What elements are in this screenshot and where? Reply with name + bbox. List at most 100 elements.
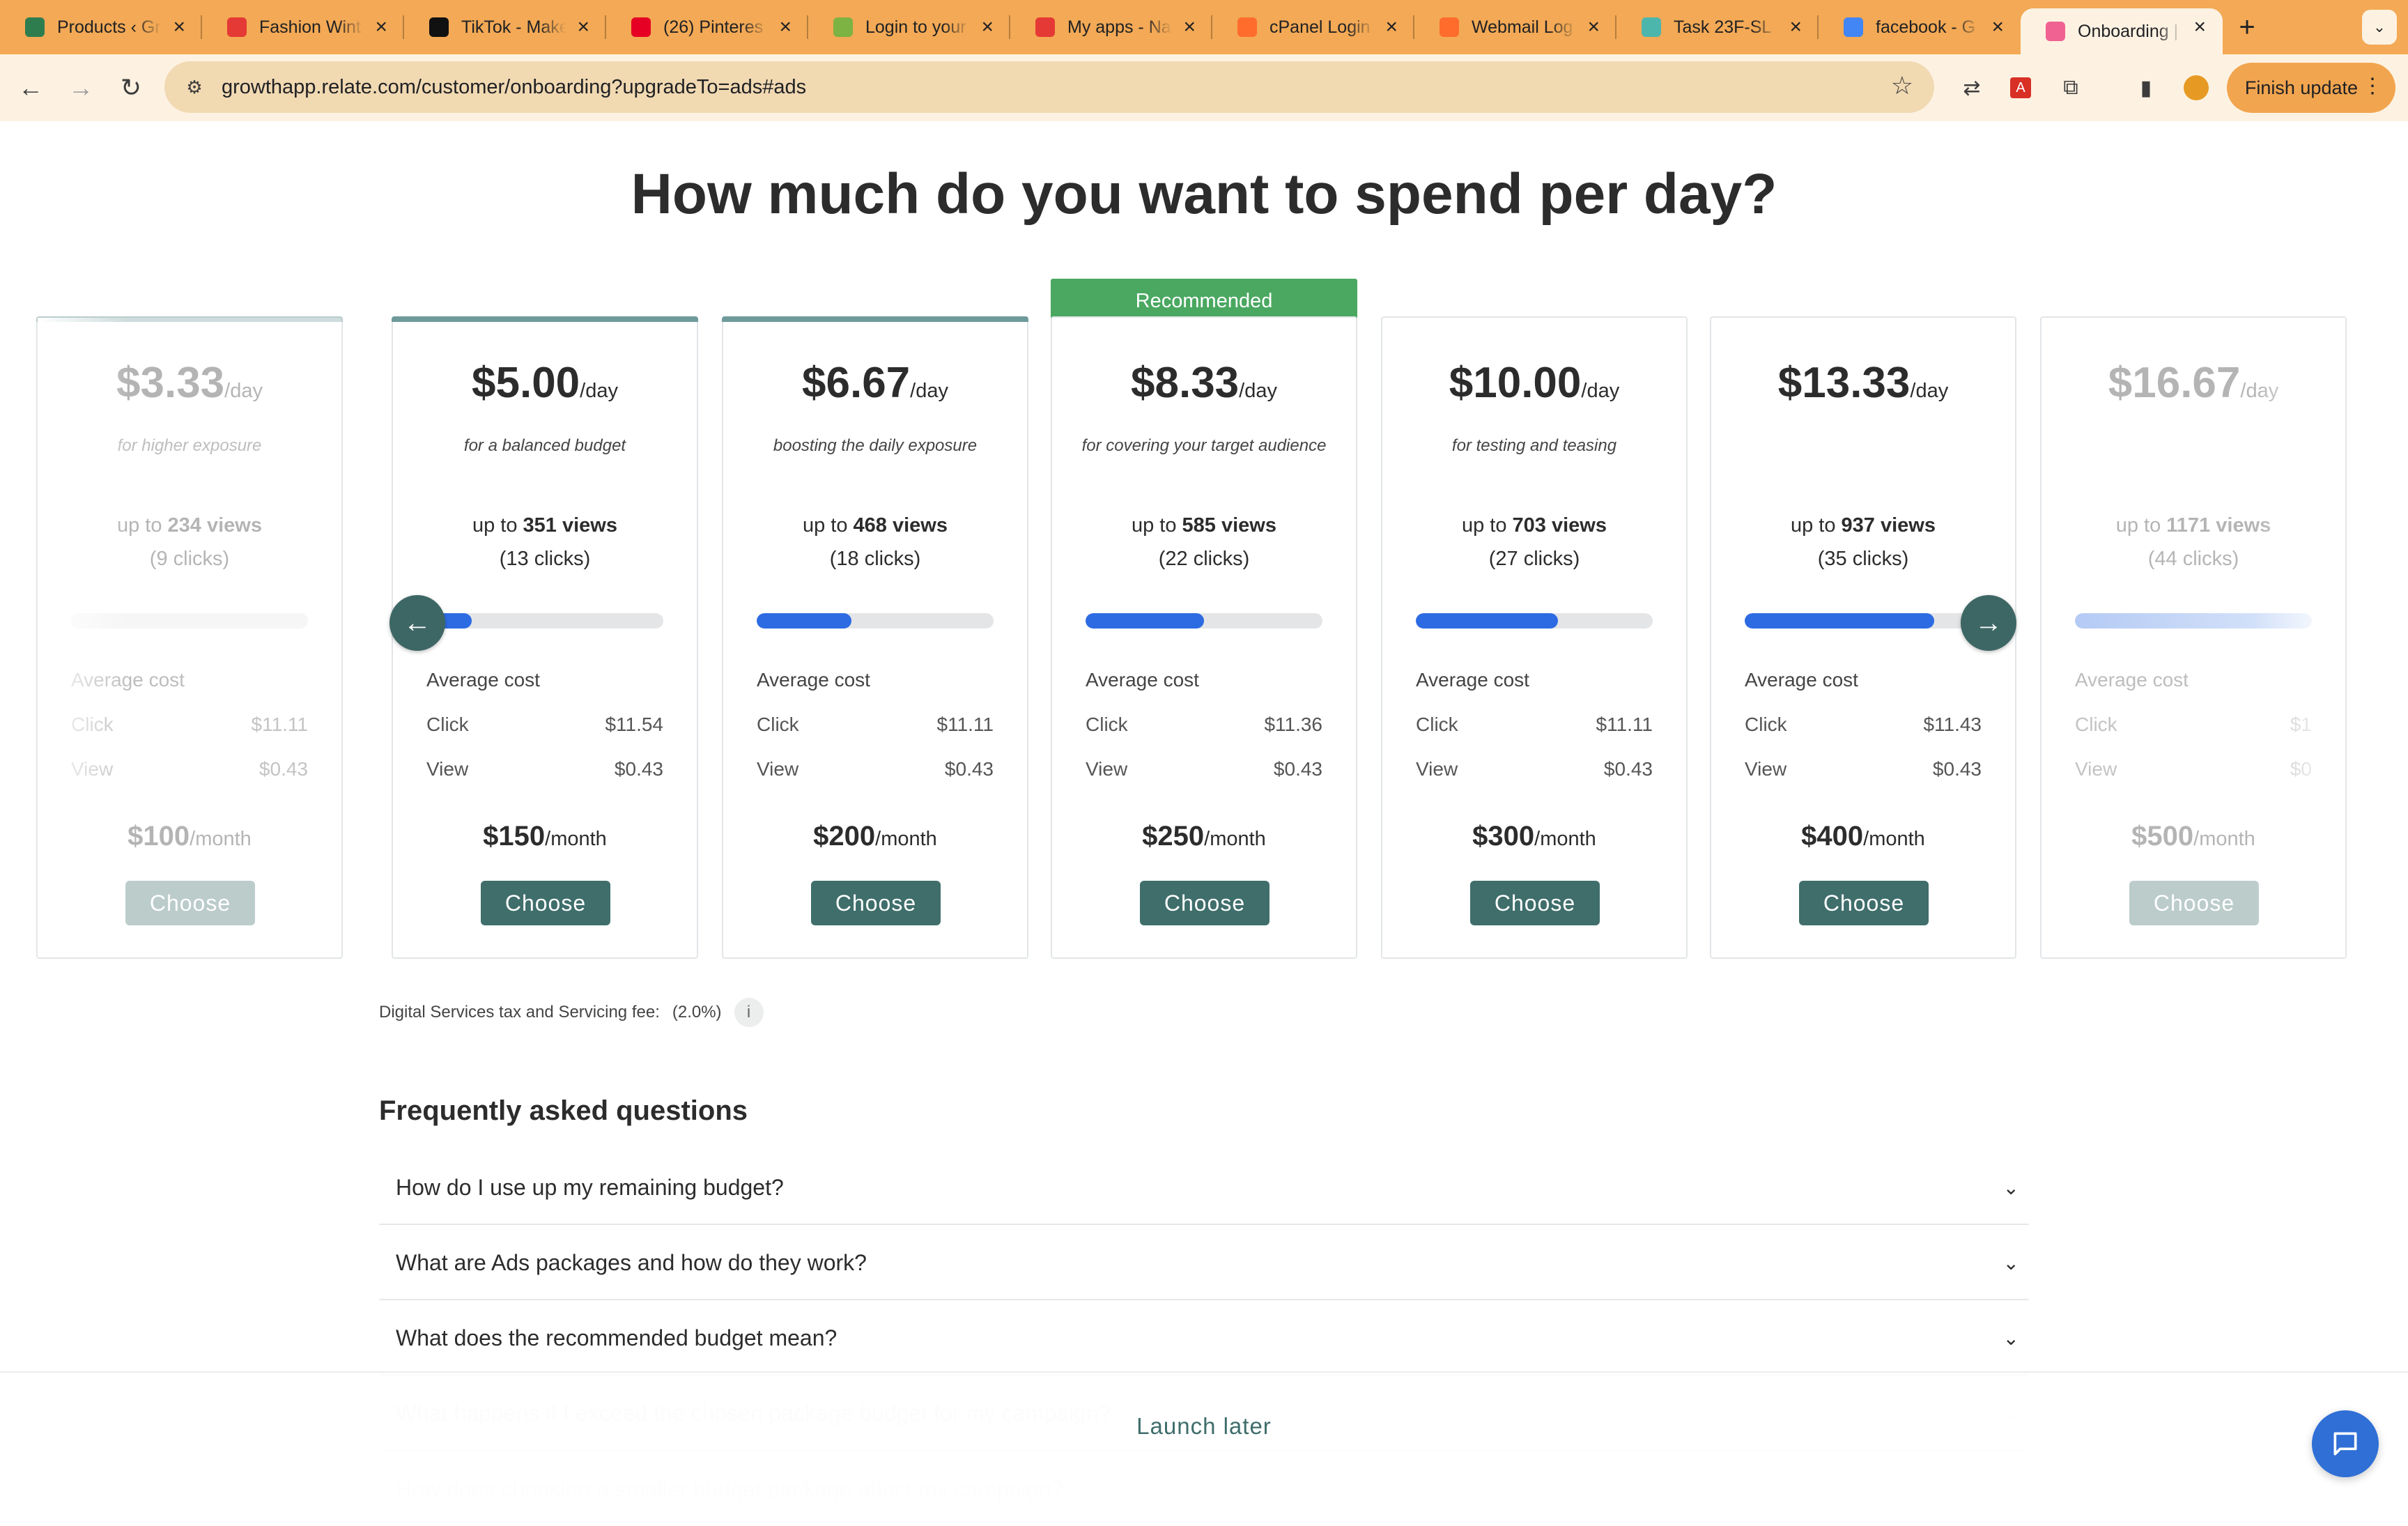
- per-day-unit: /day: [910, 380, 948, 402]
- browser-tab[interactable]: Login to your ×: [808, 0, 1010, 54]
- per-month-unit: /month: [190, 828, 252, 850]
- views-estimate: up to 703 views: [1382, 514, 1686, 537]
- close-tab-icon[interactable]: ×: [779, 15, 792, 39]
- choose-package-button[interactable]: Choose: [481, 881, 610, 925]
- close-tab-icon[interactable]: ×: [1587, 15, 1600, 39]
- faq-item[interactable]: What does the recommended budget mean? ⌄: [379, 1302, 2029, 1375]
- browser-tab[interactable]: Webmail Log ×: [1414, 0, 1616, 54]
- browser-tab[interactable]: cPanel Login ×: [1212, 0, 1414, 54]
- click-label: Click: [1086, 714, 1128, 735]
- tab-title: Webmail Log: [1472, 17, 1573, 37]
- close-tab-icon[interactable]: ×: [375, 15, 387, 39]
- choose-package-button[interactable]: Choose: [811, 881, 941, 925]
- chat-support-button[interactable]: [2312, 1410, 2379, 1477]
- close-tab-icon[interactable]: ×: [173, 15, 185, 39]
- info-icon[interactable]: i: [734, 998, 764, 1027]
- puzzle-extensions-icon[interactable]: ⧉: [2051, 68, 2090, 107]
- cpanel-icon: [1440, 17, 1459, 37]
- profile-avatar-icon[interactable]: [2177, 68, 2216, 107]
- choose-package-button[interactable]: Choose: [2129, 881, 2259, 925]
- close-tab-icon[interactable]: ×: [1183, 15, 1196, 39]
- average-cost-label: Average cost: [1745, 669, 1858, 691]
- site-settings-icon[interactable]: ⚙: [177, 70, 212, 105]
- tab-title: Products ‹ Gr: [57, 17, 161, 37]
- package-subtitle: boosting the daily exposure: [773, 436, 978, 455]
- views-prefix: up to: [2115, 514, 2167, 537]
- exposure-progress-bar: [426, 613, 663, 629]
- browser-tab[interactable]: My apps - Na ×: [1010, 0, 1212, 54]
- progress-fill: [1745, 613, 1934, 629]
- monthly-price: $400/month: [1711, 821, 2015, 852]
- address-bar[interactable]: ⚙ growthapp.relate.com/customer/onboardi…: [164, 61, 1934, 113]
- forward-icon[interactable]: →: [56, 63, 106, 113]
- more-menu-icon[interactable]: ⋮: [2362, 74, 2383, 98]
- back-icon[interactable]: ←: [6, 63, 56, 113]
- close-tab-icon[interactable]: ×: [1991, 15, 2004, 39]
- mail-icon: [227, 17, 247, 37]
- bookmark-star-icon[interactable]: ☆: [1891, 71, 1913, 100]
- choose-package-button[interactable]: Choose: [125, 881, 255, 925]
- tab-search-icon[interactable]: ⌄: [2362, 10, 2397, 45]
- globe-icon: [1642, 17, 1661, 37]
- view-label: View: [1086, 758, 1128, 780]
- exposure-progress-bar: [757, 613, 994, 629]
- package-card: $16.67/dayup to 1171 views(44 clicks)Ave…: [2040, 316, 2347, 959]
- finish-update-button[interactable]: Finish update ⋮: [2226, 63, 2395, 113]
- reload-icon[interactable]: ↻: [106, 63, 156, 113]
- daily-price-amount: $13.33: [1777, 359, 1911, 407]
- daily-price: $8.33/day: [1052, 358, 1356, 408]
- browser-tab[interactable]: (26) Pinteres ×: [606, 0, 808, 54]
- view-label: View: [426, 758, 469, 780]
- choose-package-button[interactable]: Choose: [1799, 881, 1929, 925]
- view-label: View: [1745, 758, 1787, 780]
- carousel-next-button[interactable]: →: [1961, 595, 2016, 651]
- views-count: 468 views: [853, 514, 948, 537]
- tab-title: Onboarding |: [2078, 21, 2179, 41]
- new-tab-button[interactable]: +: [2223, 12, 2271, 43]
- browser-tab[interactable]: Fashion Wint ×: [202, 0, 404, 54]
- browser-tab[interactable]: Task 23F-SL ×: [1616, 0, 1819, 54]
- faq-item[interactable]: What are Ads packages and how do they wo…: [379, 1226, 2029, 1300]
- chevron-down-icon: ⌄: [2002, 1177, 2019, 1199]
- choose-package-button[interactable]: Choose: [1470, 881, 1600, 925]
- view-cost-row: View $0.43: [757, 758, 994, 780]
- acrobat-extension-icon[interactable]: A: [2001, 68, 2040, 107]
- clicks-estimate: (13 clicks): [499, 548, 591, 570]
- close-tab-icon[interactable]: ×: [981, 15, 994, 39]
- daily-price-amount: $5.00: [472, 359, 580, 407]
- launch-later-button[interactable]: Launch later: [0, 1413, 2408, 1440]
- daily-price-amount: $6.67: [802, 359, 911, 407]
- close-tab-icon[interactable]: ×: [1385, 15, 1398, 39]
- clicks-estimate: (22 clicks): [1158, 548, 1250, 570]
- clicks-estimate: (35 clicks): [1817, 548, 1909, 570]
- monthly-price-amount: $200: [813, 821, 876, 851]
- carousel-edge-fade: [38, 318, 128, 957]
- carousel-prev-button[interactable]: ←: [389, 595, 445, 651]
- click-cost-value: $11.54: [605, 714, 663, 735]
- package-card: $8.33/day for covering your target audien…: [1051, 316, 1357, 959]
- url-text[interactable]: growthapp.relate.com/customer/onboarding…: [222, 76, 806, 99]
- close-tab-icon[interactable]: ×: [577, 15, 589, 39]
- views-estimate: up to 468 views: [723, 514, 1027, 537]
- close-tab-icon[interactable]: ×: [2193, 15, 2206, 39]
- view-cost-value: $0.43: [1273, 758, 1322, 780]
- extension-icon[interactable]: ⇄: [1952, 68, 1991, 107]
- progress-fill: [1086, 613, 1204, 629]
- faq-item[interactable]: How do I use up my remaining budget? ⌄: [379, 1151, 2029, 1225]
- flower-icon: [2046, 22, 2065, 41]
- views-prefix: up to: [802, 514, 854, 537]
- browser-tab[interactable]: Products ‹ Gr ×: [0, 0, 202, 54]
- tab-active[interactable]: Onboarding | ×: [2021, 8, 2223, 54]
- close-tab-icon[interactable]: ×: [1789, 15, 1802, 39]
- browser-tab[interactable]: facebook - G ×: [1819, 0, 2021, 54]
- choose-package-button[interactable]: Choose: [1140, 881, 1269, 925]
- daily-price-amount: $16.67: [2108, 359, 2241, 407]
- click-label: Click: [1416, 714, 1458, 735]
- side-panel-icon[interactable]: ▮: [2127, 68, 2166, 107]
- click-label: Click: [1745, 714, 1787, 735]
- browser-tab[interactable]: TikTok - Make ×: [404, 0, 606, 54]
- click-cost-value: $11.11: [251, 714, 308, 735]
- click-cost-value: $11.11: [936, 714, 994, 735]
- faq-question: How do I use up my remaining budget?: [396, 1174, 784, 1200]
- view-cost-value: $0.43: [1603, 758, 1653, 780]
